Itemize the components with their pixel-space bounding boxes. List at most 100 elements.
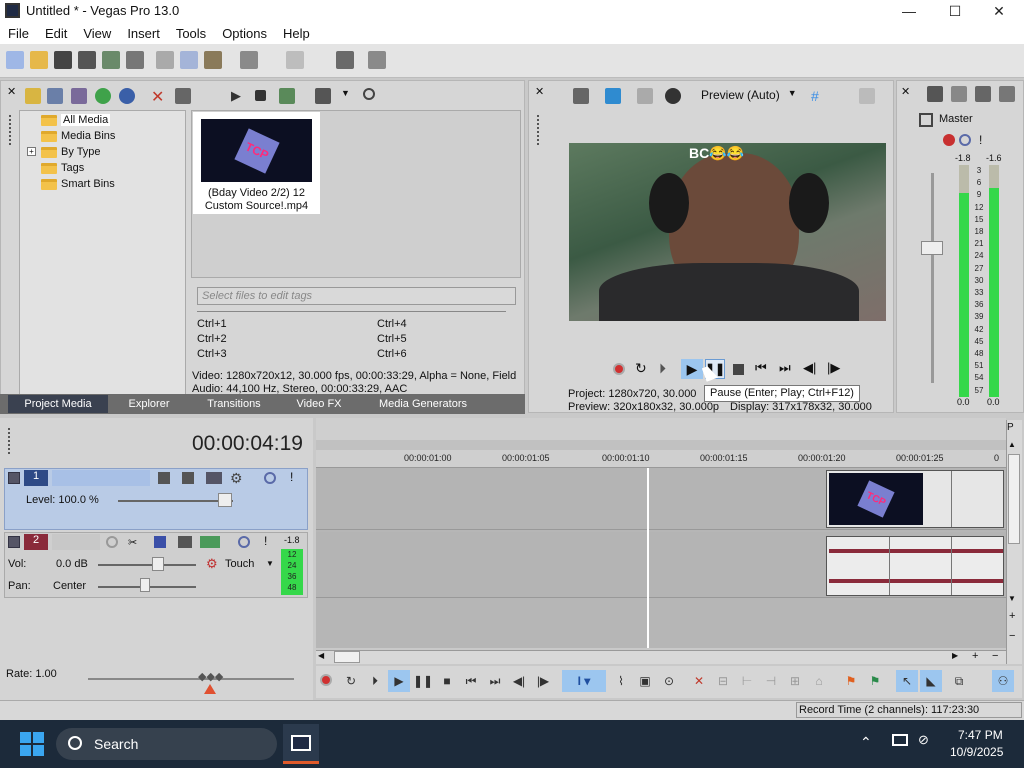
rate-slider-handle[interactable]: ◆◆◆ (198, 670, 223, 683)
scroll-thumb[interactable] (1008, 454, 1020, 544)
arm-record-icon[interactable] (106, 536, 118, 548)
stop-icon[interactable]: ■ (438, 672, 456, 690)
copy-icon[interactable] (180, 51, 198, 69)
envelope-tool-icon[interactable]: ⌇ (612, 672, 630, 690)
zoom-in-icon[interactable]: + (1009, 610, 1015, 622)
trim-end-icon[interactable]: ⊣ (762, 672, 780, 690)
expand-icon[interactable]: + (27, 147, 36, 156)
solo-icon[interactable]: ! (979, 133, 982, 147)
lock-icon[interactable]: ⌂ (810, 672, 828, 690)
split-icon[interactable]: ⊞ (786, 672, 804, 690)
menu-file[interactable]: File (0, 26, 37, 41)
clock-time[interactable]: 7:47 PM (958, 728, 1003, 742)
zoom-tool-icon[interactable]: ⊙ (660, 672, 678, 690)
preview-quality-dropdown[interactable]: Preview (Auto) ▼ (701, 88, 797, 102)
render-icon[interactable] (102, 51, 120, 69)
menu-options[interactable]: Options (214, 26, 275, 41)
paste-icon[interactable] (204, 51, 222, 69)
play-from-start-icon[interactable]: ⏵ (659, 360, 666, 377)
automation-mode-dropdown[interactable]: Touch (225, 558, 254, 570)
lock-envelopes-icon[interactable]: ⚇ (992, 670, 1014, 692)
play-media-icon[interactable]: ▶ (231, 88, 247, 104)
pause-icon[interactable]: ❚❚ (413, 672, 433, 690)
tab-video-fx[interactable]: Video FX (284, 395, 354, 413)
clock-date[interactable]: 10/9/2025 (950, 745, 1003, 759)
menu-tools[interactable]: Tools (168, 26, 214, 41)
vol-slider-handle[interactable] (152, 557, 164, 571)
show-hidden-icons-icon[interactable]: ⌃ (860, 734, 872, 751)
enable-snapping-icon[interactable] (336, 51, 354, 69)
next-frame-icon[interactable]: |▶ (827, 360, 840, 376)
tree-item-tags[interactable]: Tags (41, 160, 84, 176)
tree-item-all-media[interactable]: All Media (41, 112, 111, 128)
go-to-start-icon[interactable]: ⏮ (755, 360, 767, 376)
external-monitor-icon[interactable] (605, 88, 621, 104)
save-as-icon[interactable] (78, 51, 96, 69)
track-fx-icon[interactable] (154, 536, 166, 548)
downmix-icon[interactable] (951, 86, 967, 102)
tab-project-media[interactable]: Project Media (8, 395, 108, 413)
play-from-start-icon[interactable]: ⏵ (366, 672, 384, 690)
network-icon[interactable] (892, 734, 908, 746)
stop-media-icon[interactable] (255, 90, 266, 101)
track-name-field[interactable] (52, 470, 150, 486)
play-icon[interactable]: ▶ (681, 359, 703, 379)
copy-snapshot-icon[interactable] (859, 88, 875, 104)
panel-grip[interactable] (9, 115, 12, 145)
windows-start-icon[interactable] (20, 732, 44, 756)
overlays-icon[interactable]: # (811, 88, 827, 104)
vegas-taskbar-icon[interactable] (283, 724, 319, 764)
menu-insert[interactable]: Insert (119, 26, 168, 41)
automation-mode-icon[interactable]: ⚙ (206, 556, 218, 572)
video-fx-icon[interactable] (637, 88, 653, 104)
minimize-button[interactable]: — (886, 0, 932, 22)
track-name-field[interactable] (52, 534, 100, 550)
horizontal-scrollbar[interactable] (316, 650, 1006, 664)
timeline-scroll-strip[interactable] (316, 440, 1006, 450)
new-project-icon[interactable] (6, 51, 24, 69)
previous-frame-icon[interactable]: ◀| (510, 672, 528, 690)
invert-phase-icon[interactable]: ✂ (128, 536, 137, 549)
go-to-end-icon[interactable]: ⏭ (779, 360, 791, 376)
go-to-start-icon[interactable]: ⏮ (462, 672, 480, 690)
delete-icon[interactable]: ✕ (690, 672, 708, 690)
cut-icon[interactable] (156, 51, 174, 69)
record-icon[interactable] (613, 363, 625, 375)
enable-snapping-icon[interactable]: ◣ (920, 670, 942, 692)
loop-playback-icon[interactable]: ↻ (342, 672, 360, 690)
automation-icon[interactable] (178, 536, 192, 548)
zoom-in-icon[interactable]: + (972, 650, 978, 662)
close-panel-icon[interactable]: ✕ (535, 85, 544, 98)
tab-explorer[interactable]: Explorer (112, 395, 186, 413)
zoom-out-icon[interactable]: − (1009, 630, 1015, 642)
previous-frame-icon[interactable]: ◀| (803, 360, 816, 376)
mute-icon[interactable] (264, 472, 276, 484)
maximize-button[interactable]: ☐ (932, 0, 978, 22)
auto-crossfade-icon[interactable]: ⧉ (950, 672, 968, 690)
close-panel-icon[interactable]: ✕ (7, 85, 16, 98)
tree-item-by-type[interactable]: By Type (41, 144, 101, 160)
mute-icon[interactable] (238, 536, 250, 548)
marker-icon[interactable]: P (1007, 422, 1014, 433)
record-icon[interactable] (320, 674, 332, 686)
media-item[interactable]: TCP (Bday Video 2/2) 12 Custom Source!.m… (193, 112, 320, 214)
solo-icon[interactable]: ! (264, 534, 267, 548)
fx-icon[interactable] (943, 134, 955, 146)
close-button[interactable]: ✕ (976, 0, 1022, 22)
dropdown-arrow-icon[interactable]: ▼ (266, 559, 274, 568)
level-slider-handle[interactable] (218, 493, 232, 507)
trim-start-icon[interactable]: ⊢ (738, 672, 756, 690)
get-media-web-icon[interactable] (71, 88, 87, 104)
playback-cursor[interactable] (647, 468, 649, 648)
tree-item-smart-bins[interactable]: Smart Bins (41, 176, 115, 192)
undo-icon[interactable] (240, 51, 258, 69)
properties-icon[interactable] (175, 88, 191, 104)
track-collapse-icon[interactable] (8, 472, 20, 484)
mute-icon[interactable] (959, 134, 971, 146)
close-panel-icon[interactable]: ✕ (901, 85, 910, 98)
properties-icon[interactable] (126, 51, 144, 69)
scroll-left-icon[interactable]: ◀ (318, 651, 324, 660)
track-motion-icon[interactable] (158, 472, 170, 484)
tag-search-input[interactable]: Select files to edit tags (197, 287, 516, 305)
horizontal-scroll-thumb[interactable] (334, 651, 360, 663)
